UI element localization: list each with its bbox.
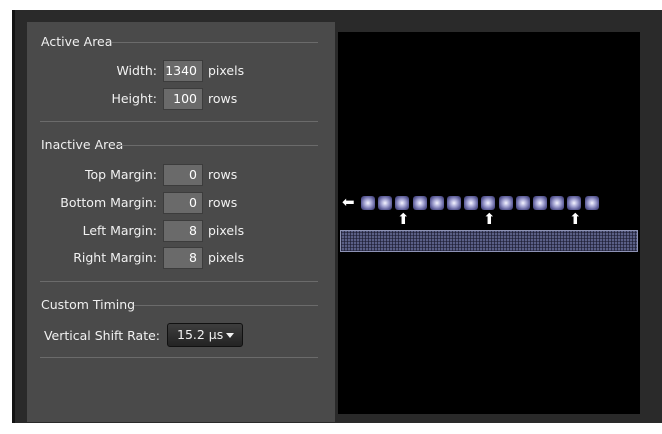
serial-register-pixel [567,196,582,210]
height-field[interactable]: 100 [163,88,203,110]
left-margin-unit: pixels [208,223,245,238]
arrow-left-icon: ⬅ [342,193,355,211]
width-unit: pixels [208,63,245,78]
serial-register-pixel [429,196,444,210]
chevron-down-icon [226,333,234,338]
custom-timing-title: Custom Timing [41,297,136,312]
section-divider [40,281,318,282]
serial-register-pixel [464,196,479,210]
serial-register-pixel [584,196,599,210]
inactive-area-title: Inactive Area [41,137,124,152]
active-area-title: Active Area [41,34,113,49]
serial-register-pixel [550,196,565,210]
serial-register-pixel [378,196,393,210]
vertical-shift-rate-dropdown[interactable]: 15.2 µs [167,323,243,347]
width-field[interactable]: 1340 [163,60,203,82]
right-margin-label: Right Margin: [73,250,157,265]
serial-register-pixel [498,196,513,210]
serial-register-pixel [515,196,530,210]
serial-register-pixel [412,196,427,210]
top-margin-label: Top Margin: [85,167,157,182]
serial-register-pixel [395,196,410,210]
serial-register-pixel [447,196,461,210]
serial-register-pixel [481,196,496,210]
bottom-margin-field[interactable]: 0 [163,192,203,214]
inactive-area-header-line [120,145,318,146]
arrow-up-icon: ⬆ [397,210,410,228]
arrow-up-icon: ⬆ [483,210,496,228]
bottom-margin-label: Bottom Margin: [60,195,157,210]
image-area-register [340,230,638,252]
bottom-margin-unit: rows [208,195,238,210]
serial-register-pixel [361,196,375,210]
width-label: Width: [116,63,157,78]
top-margin-field[interactable]: 0 [163,164,203,186]
right-margin-unit: pixels [208,250,245,265]
left-margin-label: Left Margin: [82,223,157,238]
height-label: Height: [111,91,157,106]
right-margin-field[interactable]: 8 [163,247,203,269]
top-margin-unit: rows [208,167,238,182]
vertical-shift-rate-label: Vertical Shift Rate: [43,328,160,343]
arrow-up-icon: ⬆ [569,210,582,228]
section-divider [40,121,318,122]
section-divider [40,357,318,358]
custom-timing-header-line [134,305,318,306]
serial-register-pixel [533,196,547,210]
vertical-shift-rate-value: 15.2 µs [177,327,224,342]
height-unit: rows [208,91,238,106]
active-area-header-line [112,42,318,43]
left-margin-field[interactable]: 8 [163,220,203,242]
